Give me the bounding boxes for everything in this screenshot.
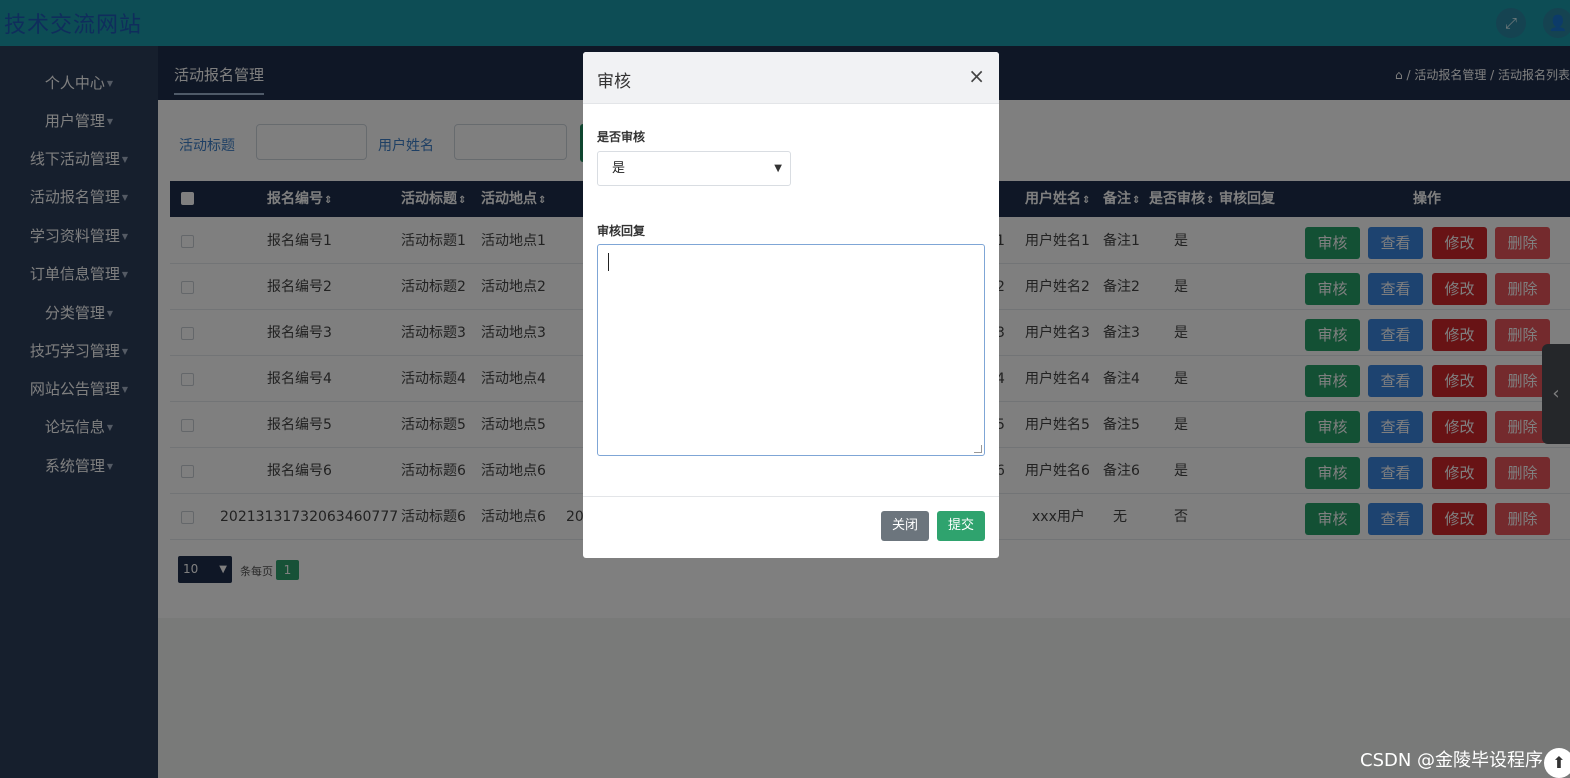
resize-handle[interactable] bbox=[974, 445, 982, 453]
close-button[interactable]: 关闭 bbox=[881, 511, 929, 541]
close-icon[interactable]: × bbox=[968, 65, 985, 87]
audit-status-select[interactable]: 是 ▼ bbox=[597, 151, 791, 186]
audit-reply-label: 审核回复 bbox=[597, 224, 646, 238]
dialog-footer: 关闭 提交 bbox=[583, 496, 999, 558]
text-cursor bbox=[608, 253, 609, 271]
dialog-header: 审核 × bbox=[583, 52, 999, 104]
arrow-up-icon[interactable]: ⬆ bbox=[1544, 748, 1570, 778]
watermark: CSDN @金陵毕设程序 bbox=[1360, 750, 1544, 771]
audit-reply-textarea[interactable] bbox=[597, 244, 985, 456]
chevron-down-icon: ▼ bbox=[774, 163, 782, 174]
dialog-title: 审核 bbox=[597, 72, 631, 92]
audit-dialog: 审核 × 是否审核 是 ▼ 审核回复 关闭 提交 bbox=[583, 52, 999, 558]
audit-status-label: 是否审核 bbox=[597, 130, 646, 144]
submit-button[interactable]: 提交 bbox=[937, 511, 985, 541]
